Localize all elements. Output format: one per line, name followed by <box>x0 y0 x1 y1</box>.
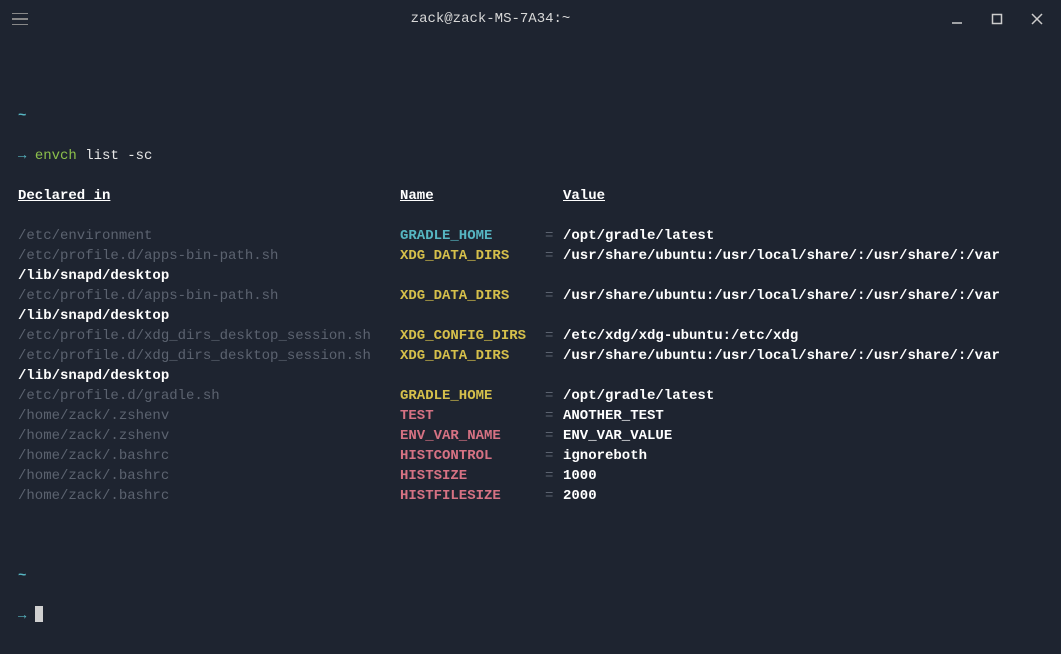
var-name-cell: HISTSIZE <box>400 466 545 486</box>
table-row: /home/zack/.zshenvENV_VAR_NAME=ENV_VAR_V… <box>18 426 1043 446</box>
header-value: Value <box>563 188 605 204</box>
close-button[interactable] <box>1029 11 1045 27</box>
header-declared: Declared in <box>18 188 110 204</box>
table-row: /home/zack/.bashrcHISTSIZE=1000 <box>18 466 1043 486</box>
var-value-cell: 2000 <box>563 486 1043 506</box>
declared-in-cell: /home/zack/.bashrc <box>18 486 400 506</box>
equals-cell: = <box>545 346 563 366</box>
declared-in-cell: /etc/profile.d/xdg_dirs_desktop_session.… <box>18 326 400 346</box>
var-name-cell: GRADLE_HOME <box>400 386 545 406</box>
window-title: zack@zack-MS-7A34:~ <box>32 11 949 27</box>
declared-in-cell: /home/zack/.bashrc <box>18 466 400 486</box>
hamburger-menu-icon[interactable] <box>8 7 32 31</box>
declared-in-cell: /home/zack/.zshenv <box>18 406 400 426</box>
table-row: /etc/profile.d/gradle.shGRADLE_HOME=/opt… <box>18 386 1043 406</box>
equals-cell: = <box>545 326 563 346</box>
equals-cell: = <box>545 386 563 406</box>
var-name-cell: TEST <box>400 406 545 426</box>
command: envch <box>35 148 77 164</box>
table-row: /home/zack/.zshenvTEST=ANOTHER_TEST <box>18 406 1043 426</box>
var-value-cell: /opt/gradle/latest <box>563 226 1043 246</box>
declared-in-cell: /etc/profile.d/apps-bin-path.sh <box>18 286 400 306</box>
table-row: /etc/profile.d/apps-bin-path.shXDG_DATA_… <box>18 246 1043 266</box>
table-row: /etc/environmentGRADLE_HOME=/opt/gradle/… <box>18 226 1043 246</box>
table-row: /home/zack/.bashrcHISTCONTROL=ignoreboth <box>18 446 1043 466</box>
var-value-cell: /opt/gradle/latest <box>563 386 1043 406</box>
var-name-cell: HISTFILESIZE <box>400 486 545 506</box>
var-name-cell: ENV_VAR_NAME <box>400 426 545 446</box>
equals-cell: = <box>545 286 563 306</box>
value-continuation: /lib/snapd/desktop <box>18 266 1043 286</box>
var-name-cell: XDG_DATA_DIRS <box>400 246 545 266</box>
equals-cell: = <box>545 446 563 466</box>
table-row: /etc/profile.d/apps-bin-path.shXDG_DATA_… <box>18 286 1043 306</box>
equals-cell: = <box>545 466 563 486</box>
var-value-cell: ENV_VAR_VALUE <box>563 426 1043 446</box>
var-value-cell: ignoreboth <box>563 446 1043 466</box>
declared-in-cell: /etc/environment <box>18 226 400 246</box>
declared-in-cell: /home/zack/.zshenv <box>18 426 400 446</box>
var-name-cell: XDG_DATA_DIRS <box>400 286 545 306</box>
equals-cell: = <box>545 426 563 446</box>
command-args: list -sc <box>85 148 152 164</box>
var-value-cell: /etc/xdg/xdg-ubuntu:/etc/xdg <box>563 326 1043 346</box>
var-name-cell: GRADLE_HOME <box>400 226 545 246</box>
var-name-cell: XDG_DATA_DIRS <box>400 346 545 366</box>
table-row: /etc/profile.d/xdg_dirs_desktop_session.… <box>18 346 1043 366</box>
header-name: Name <box>400 188 434 204</box>
equals-cell: = <box>545 406 563 426</box>
var-value-cell: /usr/share/ubuntu:/usr/local/share/:/usr… <box>563 246 1043 266</box>
minimize-button[interactable] <box>949 11 965 27</box>
prompt-arrow-2: → <box>18 608 26 624</box>
equals-cell: = <box>545 246 563 266</box>
declared-in-cell: /etc/profile.d/xdg_dirs_desktop_session.… <box>18 346 400 366</box>
table-row: /home/zack/.bashrcHISTFILESIZE=2000 <box>18 486 1043 506</box>
terminal-content[interactable]: ~ → envch list -sc Declared in Name Valu… <box>0 38 1061 654</box>
cwd-2: ~ <box>18 568 26 584</box>
equals-cell: = <box>545 486 563 506</box>
value-continuation: /lib/snapd/desktop <box>18 306 1043 326</box>
value-continuation: /lib/snapd/desktop <box>18 366 1043 386</box>
titlebar: zack@zack-MS-7A34:~ <box>0 0 1061 38</box>
var-value-cell: /usr/share/ubuntu:/usr/local/share/:/usr… <box>563 286 1043 306</box>
cwd: ~ <box>18 108 26 124</box>
var-value-cell: ANOTHER_TEST <box>563 406 1043 426</box>
var-value-cell: 1000 <box>563 466 1043 486</box>
declared-in-cell: /etc/profile.d/gradle.sh <box>18 386 400 406</box>
var-value-cell: /usr/share/ubuntu:/usr/local/share/:/usr… <box>563 346 1043 366</box>
var-name-cell: HISTCONTROL <box>400 446 545 466</box>
table-row: /etc/profile.d/xdg_dirs_desktop_session.… <box>18 326 1043 346</box>
var-name-cell: XDG_CONFIG_DIRS <box>400 326 545 346</box>
cursor <box>35 606 43 622</box>
declared-in-cell: /home/zack/.bashrc <box>18 446 400 466</box>
prompt-arrow: → <box>18 148 26 164</box>
equals-cell: = <box>545 226 563 246</box>
maximize-button[interactable] <box>989 11 1005 27</box>
declared-in-cell: /etc/profile.d/apps-bin-path.sh <box>18 246 400 266</box>
